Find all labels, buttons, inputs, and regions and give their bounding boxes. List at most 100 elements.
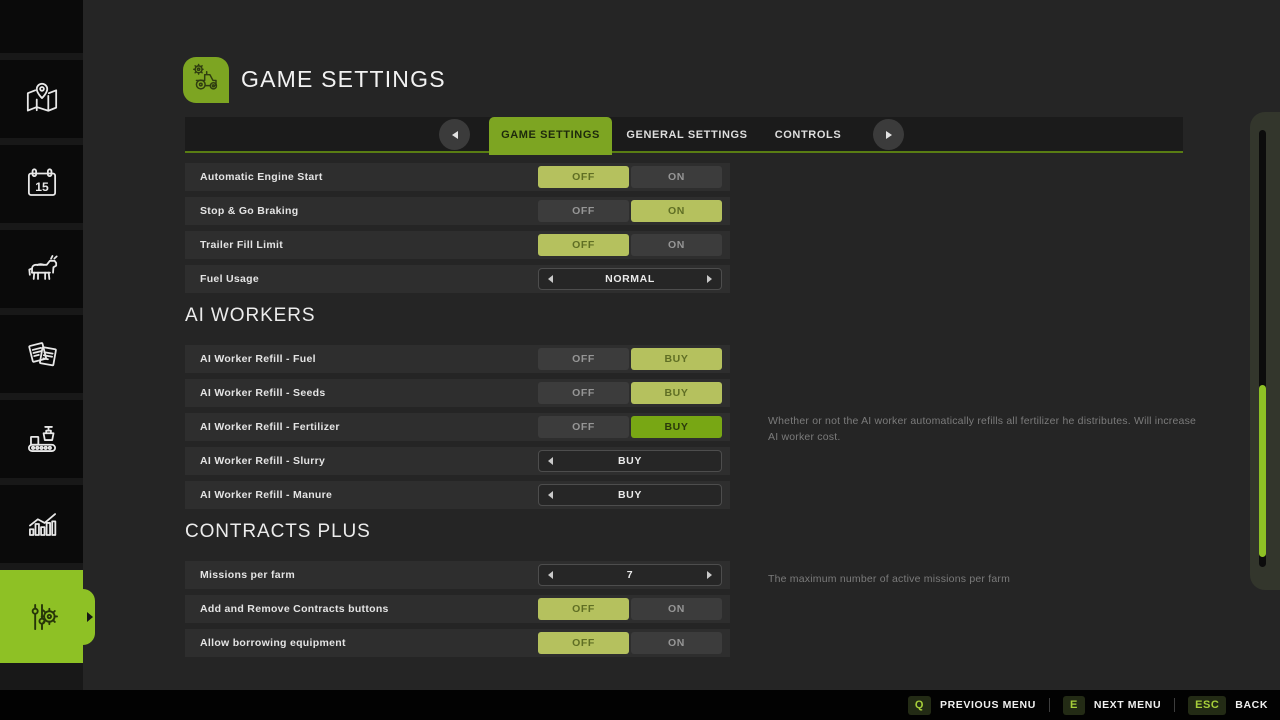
setting-description-missions: The maximum number of active missions pe… (768, 572, 1208, 588)
setting-row: Automatic Engine StartOFFON (185, 163, 730, 191)
page-icon-badge (183, 57, 229, 103)
hint-label: BACK (1235, 699, 1268, 711)
toggle-option-buy[interactable]: BUY (631, 416, 722, 438)
tabs-previous-button[interactable] (439, 119, 470, 150)
setting-row: Add and Remove Contracts buttons OFFON (185, 595, 730, 623)
active-pointer-icon (87, 612, 93, 622)
setting-row: AI Worker Refill - Slurry BUY (185, 447, 730, 475)
sidebar-item-contracts[interactable] (0, 315, 83, 393)
stepper-left-arrow-icon[interactable] (548, 571, 553, 579)
toggle-control: OFFON (538, 598, 722, 620)
setting-row: AI Worker Refill - Seeds OFFBUY (185, 379, 730, 407)
setting-description-fertilizer: Whether or not the AI worker automatical… (768, 414, 1208, 446)
bottom-hint-bar: Q PREVIOUS MENU E NEXT MENU ESCBACK (0, 690, 1280, 720)
sidebar-empty-slot (0, 0, 83, 53)
game-settings-screen: 15 (0, 0, 1280, 720)
scrollbar-track[interactable] (1259, 130, 1266, 567)
scrollbar (1250, 112, 1280, 590)
toggle-control: OFFON (538, 166, 722, 188)
setting-row: AI Worker Refill - Manure BUY (185, 481, 730, 509)
toggle-option-buy[interactable]: BUY (631, 348, 722, 370)
sidebar-item-settings[interactable] (0, 570, 83, 663)
setting-label: Missions per farm (200, 569, 295, 581)
setting-label: Trailer Fill Limit (200, 239, 283, 251)
setting-row: Trailer Fill Limit OFFON (185, 231, 730, 259)
stepper-left-arrow-icon[interactable] (548, 275, 553, 283)
sidebar-item-production[interactable] (0, 400, 83, 478)
setting-row: Fuel UsageNORMAL (185, 265, 730, 293)
keycap-e: E (1063, 696, 1085, 715)
toggle-control: OFFBUY (538, 382, 722, 404)
tab-general-settings[interactable]: GENERAL SETTINGS (614, 117, 760, 153)
sidebar-item-statistics[interactable] (0, 485, 83, 563)
chevron-left-icon (452, 131, 458, 139)
toggle-control: OFFBUY (538, 416, 722, 438)
key-hint-previous-menu[interactable]: Q PREVIOUS MENU (908, 696, 1036, 715)
toggle-option-buy[interactable]: BUY (631, 382, 722, 404)
toggle-option-off[interactable]: OFF (538, 348, 629, 370)
stepper-control[interactable]: NORMAL (538, 268, 722, 290)
sidebar-item-map[interactable] (0, 60, 83, 138)
stepper-right-arrow-icon[interactable] (707, 275, 712, 283)
toggle-option-off[interactable]: OFF (538, 632, 629, 654)
sidebar-item-animals[interactable] (0, 230, 83, 308)
toggle-control: OFFON (538, 234, 722, 256)
setting-label: AI Worker Refill - Fertilizer (200, 421, 340, 433)
svg-text:15: 15 (35, 180, 49, 194)
chevron-right-icon (886, 131, 892, 139)
toggle-option-on[interactable]: ON (631, 598, 722, 620)
toggle-option-on[interactable]: ON (631, 166, 722, 188)
stepper-value: 7 (627, 569, 633, 581)
setting-row: Missions per farm 7 (185, 561, 730, 589)
map-icon (21, 78, 63, 120)
toggle-option-off[interactable]: OFF (538, 234, 629, 256)
stepper-control[interactable]: BUY (538, 450, 722, 472)
key-hint-back[interactable]: ESCBACK (1188, 696, 1268, 715)
scrollbar-thumb[interactable] (1259, 385, 1266, 557)
toggle-option-on[interactable]: ON (631, 234, 722, 256)
setting-row: AI Worker Refill - Fuel OFFBUY (185, 345, 730, 373)
toggle-option-off[interactable]: OFF (538, 416, 629, 438)
stepper-left-arrow-icon[interactable] (548, 491, 553, 499)
production-line-icon (21, 418, 63, 460)
setting-label: AI Worker Refill - Slurry (200, 455, 325, 467)
setting-row: AI Worker Refill - Fertilizer OFFBUY (185, 413, 730, 441)
documents-icon (21, 333, 63, 375)
setting-label: AI Worker Refill - Seeds (200, 387, 325, 399)
stepper-right-arrow-icon[interactable] (707, 571, 712, 579)
key-hint-next-menu[interactable]: E NEXT MENU (1063, 696, 1161, 715)
toggle-option-off[interactable]: OFF (538, 200, 629, 222)
setting-label: Stop & Go Braking (200, 205, 298, 217)
toggle-option-off[interactable]: OFF (538, 166, 629, 188)
section-heading: AI WORKERS (185, 302, 730, 330)
setting-label: AI Worker Refill - Fuel (200, 353, 316, 365)
toggle-option-on[interactable]: ON (631, 200, 722, 222)
toggle-option-off[interactable]: OFF (538, 382, 629, 404)
hint-label: PREVIOUS MENU (940, 699, 1036, 711)
sidebar-item-calendar[interactable]: 15 (0, 145, 83, 223)
stepper-control[interactable]: BUY (538, 484, 722, 506)
tab-game-settings[interactable]: GAME SETTINGS (489, 117, 612, 155)
calendar-icon: 15 (21, 163, 63, 205)
sliders-gear-icon (21, 596, 63, 638)
setting-label: Allow borrowing equipment (200, 637, 346, 649)
tab-controls[interactable]: CONTROLS (741, 117, 875, 153)
cow-icon (21, 248, 63, 290)
stepper-control[interactable]: 7 (538, 564, 722, 586)
sidebar: 15 (0, 0, 83, 690)
keycap-q: Q (908, 696, 931, 715)
tractor-gear-icon (186, 58, 226, 103)
hint-label: NEXT MENU (1094, 699, 1161, 711)
setting-label: Add and Remove Contracts buttons (200, 603, 389, 615)
tabs-next-button[interactable] (873, 119, 904, 150)
stepper-value: BUY (618, 489, 642, 501)
bar-chart-icon (21, 503, 63, 545)
setting-label: AI Worker Refill - Manure (200, 489, 332, 501)
stepper-value: BUY (618, 455, 642, 467)
toggle-option-on[interactable]: ON (631, 632, 722, 654)
toggle-option-off[interactable]: OFF (538, 598, 629, 620)
settings-list: Automatic Engine StartOFFON Stop & Go Bra… (185, 163, 730, 663)
toggle-control: OFFON (538, 632, 722, 654)
stepper-left-arrow-icon[interactable] (548, 457, 553, 465)
setting-row: Allow borrowing equipment OFFON (185, 629, 730, 657)
